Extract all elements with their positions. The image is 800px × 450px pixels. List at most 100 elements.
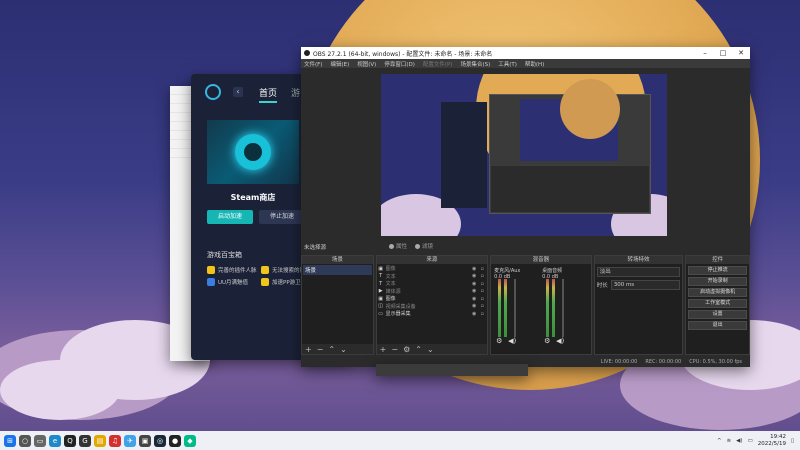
stop-streaming-button[interactable]: 停止推流 <box>688 265 747 275</box>
clock[interactable]: 19:42 2022/5/19 <box>758 434 786 448</box>
move-down-icon[interactable]: ⌄ <box>427 345 434 354</box>
gear-icon[interactable]: ⚙ <box>544 337 550 345</box>
exit-button[interactable]: 退出 <box>688 320 747 330</box>
filters-button[interactable]: 滤镜 <box>415 242 433 250</box>
eye-icon[interactable]: ◉ <box>470 288 478 294</box>
source-item[interactable]: ◫ 视频采集设备 ◉ ▫ <box>378 303 486 311</box>
menu-edit[interactable]: 编辑(E) <box>330 60 349 68</box>
menu-help[interactable]: 帮助(H) <box>525 60 544 68</box>
source-item[interactable]: ▭ 显示器采集 ◉ ▫ <box>378 310 486 318</box>
eye-icon[interactable]: ◉ <box>470 266 478 272</box>
toolbox-item[interactable]: 加速PP游卫 <box>261 278 301 286</box>
speaker-icon[interactable]: ◀) <box>556 337 564 345</box>
studio-mode-button[interactable]: 工作室模式 <box>688 298 747 308</box>
eye-icon[interactable]: ◉ <box>470 303 478 309</box>
transitions-dock: 转场特效 淡出 时长 300 ms <box>593 255 684 355</box>
move-down-icon[interactable]: ⌄ <box>340 345 347 354</box>
menu-docks[interactable]: 停靠窗口(D) <box>384 60 415 68</box>
dock-title: 场景 <box>302 256 373 264</box>
gear-icon[interactable]: ⚙ <box>403 345 410 354</box>
lock-icon[interactable]: ▫ <box>478 273 486 279</box>
maximize-button[interactable]: □ <box>714 49 732 57</box>
duration-input[interactable]: 300 ms <box>610 280 681 290</box>
obs-window[interactable]: OBS 27.2.1 (64-bit, windows) - 配置文件: 未命名… <box>301 47 750 367</box>
transition-select[interactable]: 淡出 <box>596 267 681 277</box>
search-icon[interactable]: ○ <box>19 434 31 447</box>
floating-window[interactable] <box>376 364 528 376</box>
remove-icon[interactable]: − <box>317 345 324 354</box>
eye-icon[interactable]: ◉ <box>470 281 478 287</box>
remove-icon[interactable]: − <box>391 345 398 354</box>
close-button[interactable]: ✕ <box>732 49 750 57</box>
volume-icon[interactable]: ◀) <box>736 438 742 444</box>
notifications-icon[interactable]: ▯ <box>791 438 794 444</box>
volume-fader[interactable] <box>514 279 517 337</box>
back-button[interactable]: ‹ <box>233 87 243 97</box>
lock-icon[interactable]: ▫ <box>478 296 486 302</box>
audio-mixer-dock: 混音器 麦克风/Aux 0.0 dB ⚙ ◀) 桌面音频 0.0 dB ⚙ ◀) <box>490 255 592 355</box>
speaker-icon[interactable]: ◀) <box>508 337 516 345</box>
dock-title: 转场特效 <box>594 256 683 264</box>
move-up-icon[interactable]: ⌃ <box>328 345 335 354</box>
toolbox-item[interactable]: 完善的插件人脉 <box>207 266 257 274</box>
start-accelerate-button[interactable]: 启动加速 <box>207 210 253 224</box>
app2-icon[interactable]: ✈ <box>124 434 136 447</box>
lock-icon[interactable]: ▫ <box>478 288 486 294</box>
windows-icon[interactable]: ⊞ <box>4 434 16 447</box>
stop-accelerate-button[interactable]: 停止加速 <box>259 210 305 224</box>
source-item[interactable]: ▶ 媒体源 ◉ ▫ <box>378 288 486 296</box>
menu-profile[interactable]: 配置文件(P) <box>423 60 453 68</box>
source-item[interactable]: ▣ 图像 ◉ ▫ <box>378 265 486 273</box>
menu-tools[interactable]: 工具(T) <box>498 60 517 68</box>
eye-icon[interactable]: ◉ <box>470 296 478 302</box>
virtual-camera-button[interactable]: 启动虚拟摄像机 <box>688 287 747 297</box>
wifi-icon[interactable]: ≋ <box>727 438 732 444</box>
menu-scene-collection[interactable]: 场景集合(S) <box>460 60 490 68</box>
nested-app-preview <box>441 102 487 208</box>
file-icon[interactable]: ▤ <box>94 434 106 447</box>
source-item[interactable]: T 文本 ◉ ▫ <box>378 273 486 281</box>
app3-icon[interactable]: ◆ <box>184 434 196 447</box>
lock-icon[interactable]: ▫ <box>478 266 486 272</box>
lock-icon[interactable]: ▫ <box>478 303 486 309</box>
dock-title: 控件 <box>686 256 749 264</box>
clock-time: 19:42 <box>770 433 786 440</box>
netease-icon[interactable]: ♫ <box>109 434 121 447</box>
obs-icon[interactable]: ● <box>169 434 181 447</box>
steam-icon[interactable]: ◎ <box>154 434 166 447</box>
volume-fader[interactable] <box>562 279 565 337</box>
qq-icon[interactable]: Q <box>64 434 76 447</box>
add-icon[interactable]: + <box>380 345 387 354</box>
start-recording-button[interactable]: 开始录制 <box>688 276 747 286</box>
current-source-label: 未选择源 <box>304 245 327 251</box>
dock-title: 混音器 <box>491 256 591 264</box>
add-icon[interactable]: + <box>305 345 312 354</box>
gear-icon[interactable]: ⚙ <box>496 337 502 345</box>
nav-games-tab[interactable]: 游 <box>291 86 300 99</box>
menu-view[interactable]: 视图(V) <box>357 60 376 68</box>
lock-icon[interactable]: ▫ <box>478 311 486 317</box>
scene-list-item[interactable]: 场景 <box>303 265 372 275</box>
minimize-button[interactable]: – <box>696 49 714 57</box>
settings-button[interactable]: 设置 <box>688 309 747 319</box>
bilibili-icon[interactable]: ▣ <box>139 434 151 447</box>
obs-titlebar[interactable]: OBS 27.2.1 (64-bit, windows) - 配置文件: 未命名… <box>301 47 750 59</box>
window-title: OBS 27.2.1 (64-bit, windows) - 配置文件: 未命名… <box>313 50 493 58</box>
battery-icon[interactable]: ▭ <box>748 438 753 444</box>
source-item[interactable]: T 文本 ◉ ▫ <box>378 280 486 288</box>
nav-home-tab[interactable]: 首页 <box>259 86 278 103</box>
eye-icon[interactable]: ◉ <box>470 311 478 317</box>
edge-icon[interactable]: e <box>49 434 61 447</box>
app-icon[interactable]: G <box>79 434 91 447</box>
lock-icon[interactable]: ▫ <box>478 281 486 287</box>
properties-button[interactable]: 属性 <box>389 242 407 250</box>
chevron-up-icon[interactable]: ^ <box>717 438 722 444</box>
preview-canvas[interactable] <box>381 74 667 236</box>
eye-icon[interactable]: ◉ <box>470 273 478 279</box>
taskview-icon[interactable]: ▭ <box>34 434 46 447</box>
move-up-icon[interactable]: ⌃ <box>415 345 422 354</box>
menu-file[interactable]: 文件(F) <box>304 60 322 68</box>
source-item[interactable]: ▣ 图像 ◉ ▫ <box>378 295 486 303</box>
toolbox-item[interactable]: UU月满魅值 <box>207 278 248 286</box>
obs-icon <box>304 50 310 56</box>
